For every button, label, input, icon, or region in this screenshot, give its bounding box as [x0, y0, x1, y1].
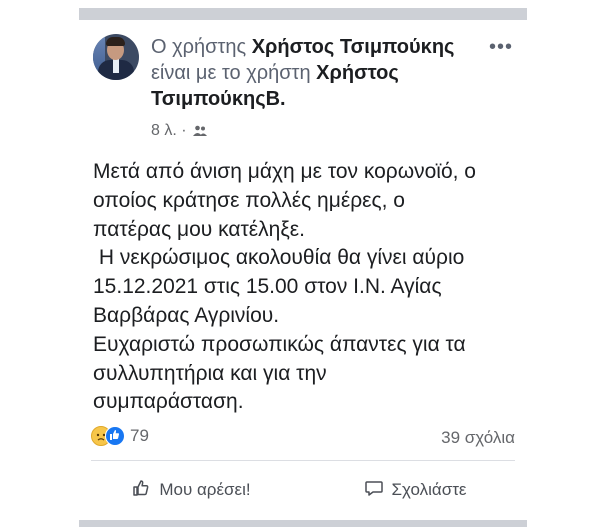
- action-bar: Μου αρέσει! Σχολιάστε: [79, 470, 527, 510]
- thumbs-up-icon: [131, 478, 151, 503]
- post-card: Ο χρήστης Χρήστος Τσιμπούκης είναι με το…: [79, 0, 527, 527]
- like-reaction-icon: [105, 426, 125, 446]
- more-options-icon[interactable]: •••: [489, 36, 513, 59]
- bottom-separator: [79, 520, 527, 527]
- like-button[interactable]: Μου αρέσει!: [79, 470, 303, 510]
- with-connector: είναι με το χρήστη: [151, 62, 317, 84]
- top-separator: [79, 8, 527, 20]
- post-header: Ο χρήστης Χρήστος Τσιμπούκης είναι με το…: [93, 34, 513, 144]
- comment-label: Σχολιάστε: [391, 480, 467, 499]
- author-prefix: Ο χρήστης: [151, 36, 252, 58]
- comment-button[interactable]: Σχολιάστε: [303, 470, 527, 510]
- author-name[interactable]: Χρήστος Τσιμπούκης: [252, 36, 455, 58]
- avatar[interactable]: [93, 34, 139, 80]
- like-label: Μου αρέσει!: [159, 480, 251, 499]
- post-time[interactable]: 8 λ. ·: [151, 122, 187, 140]
- comment-icon: [364, 478, 384, 503]
- reactions-summary[interactable]: 79: [91, 426, 149, 446]
- post-headline: Ο χρήστης Χρήστος Τσιμπούκης είναι με το…: [151, 34, 481, 112]
- post-body: Μετά από άνιση μάχη με τον κορωνοϊό, ο ο…: [93, 160, 476, 414]
- divider: [91, 460, 515, 461]
- reaction-count: 79: [130, 426, 149, 445]
- friends-icon: [192, 125, 207, 137]
- post-meta: 8 λ. ·: [151, 122, 207, 140]
- comments-count[interactable]: 39 σχόλια: [441, 428, 515, 448]
